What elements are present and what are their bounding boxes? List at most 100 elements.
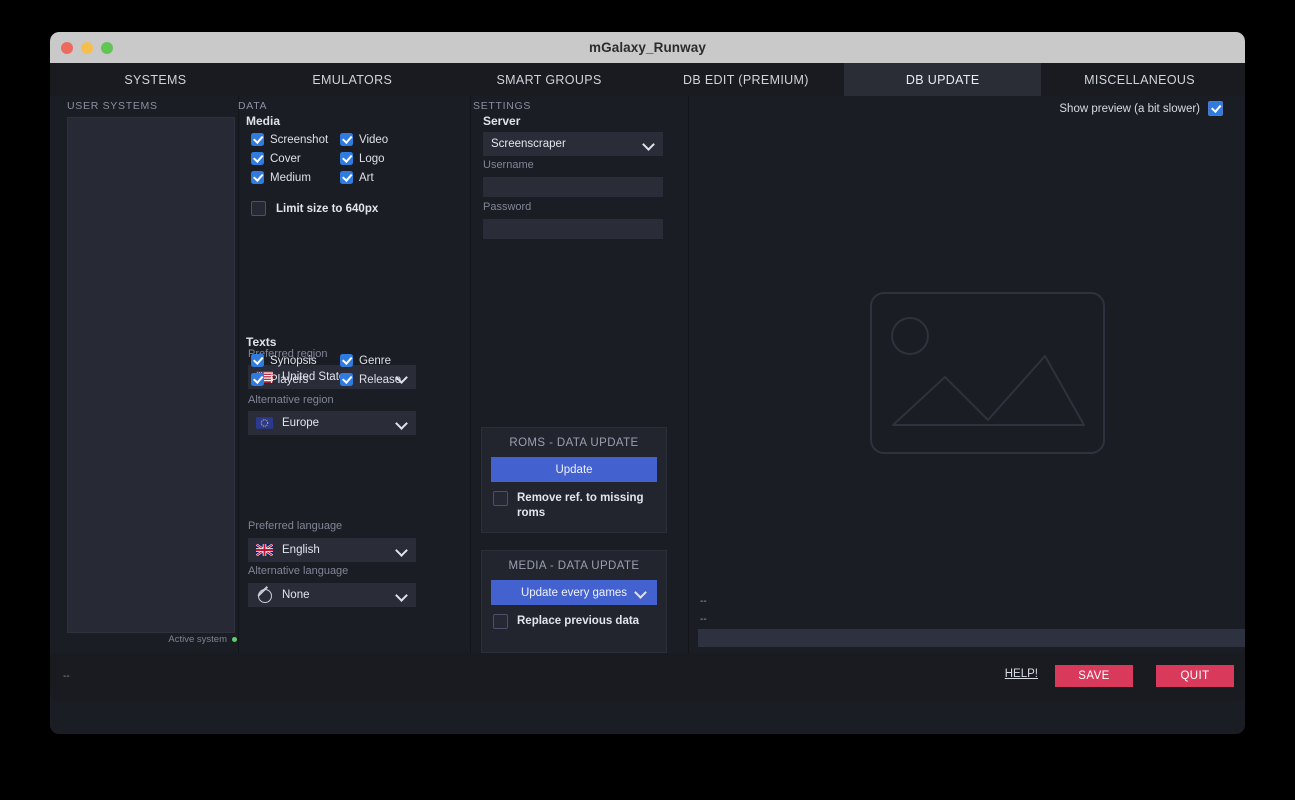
tab-db-update[interactable]: DB UPDATE: [844, 63, 1042, 96]
checkbox-genre[interactable]: Genre: [340, 354, 429, 367]
tab-emulators[interactable]: EMULATORS: [254, 63, 451, 96]
uk-flag-icon: [256, 544, 273, 556]
checkbox-video-box[interactable]: [340, 133, 353, 146]
media-data-update-group: MEDIA - DATA UPDATE Update every games R…: [481, 550, 667, 653]
checkbox-players-box[interactable]: [251, 373, 264, 386]
media-update-scope-select[interactable]: Update every games: [491, 580, 657, 605]
checkbox-screenshot-label: Screenshot: [270, 133, 329, 146]
server-section-heading: Server: [483, 114, 521, 128]
settings-panel: SETTINGS Server Screenscraper Username P…: [438, 96, 688, 653]
chevron-down-icon: [397, 590, 408, 601]
tab-systems[interactable]: SYSTEMS: [57, 63, 254, 96]
chevron-down-icon: [397, 418, 408, 429]
image-placeholder-icon: [870, 292, 1105, 454]
preview-status-line-2: --: [700, 614, 707, 625]
traffic-lights: [61, 32, 113, 63]
checkbox-screenshot[interactable]: Screenshot: [251, 133, 340, 146]
alternative-language-value: None: [282, 589, 310, 601]
chevron-down-icon: [644, 139, 655, 150]
preview-panel: Show preview (a bit slower) -- --: [689, 96, 1245, 653]
checkbox-cover-label: Cover: [270, 152, 301, 165]
texts-checkbox-grid: Synopsis Genre Players Release: [251, 354, 429, 386]
preferred-language-select[interactable]: English: [248, 538, 416, 562]
checkbox-synopsis[interactable]: Synopsis: [251, 354, 340, 367]
checkbox-synopsis-label: Synopsis: [270, 354, 317, 367]
checkbox-logo-box[interactable]: [340, 152, 353, 165]
window-title: mGalaxy_Runway: [589, 40, 706, 55]
checkbox-medium[interactable]: Medium: [251, 171, 340, 184]
application-window: mGalaxy_Runway SYSTEMS EMULATORS SMART G…: [50, 32, 1245, 734]
checkbox-logo[interactable]: Logo: [340, 152, 429, 165]
checkbox-players[interactable]: Players: [251, 373, 340, 386]
tab-bar: SYSTEMS EMULATORS SMART GROUPS DB EDIT (…: [50, 63, 1245, 96]
show-preview-toggle[interactable]: Show preview (a bit slower): [1059, 101, 1223, 116]
tab-db-edit-premium[interactable]: DB EDIT (PREMIUM): [647, 63, 844, 96]
main-content: USER SYSTEMS Active system DATA Media Sc…: [50, 96, 1245, 653]
show-preview-checkbox-box[interactable]: [1208, 101, 1223, 116]
checkbox-limit-size-box[interactable]: [251, 201, 266, 216]
minimize-window-button[interactable]: [81, 41, 93, 54]
roms-group-title: ROMS - DATA UPDATE: [509, 437, 639, 449]
checkbox-remove-missing-roms[interactable]: Remove ref. to missing roms: [493, 491, 657, 521]
tab-smart-groups[interactable]: SMART GROUPS: [451, 63, 648, 96]
checkbox-art-label: Art: [359, 171, 374, 184]
username-input[interactable]: [483, 177, 663, 197]
checkbox-medium-box[interactable]: [251, 171, 264, 184]
tab-miscellaneous[interactable]: MISCELLANEOUS: [1041, 63, 1238, 96]
checkbox-remove-missing-roms-box[interactable]: [493, 491, 508, 506]
chevron-down-icon: [397, 545, 408, 556]
checkbox-cover-box[interactable]: [251, 152, 264, 165]
checkbox-limit-size-label: Limit size to 640px: [276, 202, 379, 215]
maximize-window-button[interactable]: [101, 41, 113, 54]
save-button[interactable]: SAVE: [1055, 665, 1133, 687]
checkbox-logo-label: Logo: [359, 152, 385, 165]
checkbox-players-label: Players: [270, 373, 309, 386]
checkbox-replace-previous-data[interactable]: Replace previous data: [493, 614, 657, 629]
checkbox-art[interactable]: Art: [340, 171, 429, 184]
media-checkbox-grid: Screenshot Video Cover Logo Medium Art: [251, 133, 429, 184]
checkbox-art-box[interactable]: [340, 171, 353, 184]
alternative-region-select[interactable]: Europe: [248, 411, 416, 435]
help-link[interactable]: HELP!: [1005, 668, 1038, 680]
checkbox-screenshot-box[interactable]: [251, 133, 264, 146]
checkbox-release-box[interactable]: [340, 373, 353, 386]
preferred-language-label: Preferred language: [248, 520, 343, 532]
username-label: Username: [483, 159, 534, 171]
user-systems-list[interactable]: [67, 117, 235, 633]
server-select-value: Screenscraper: [491, 138, 566, 150]
checkbox-limit-size[interactable]: Limit size to 640px: [251, 201, 378, 216]
checkbox-release-label: Release: [359, 373, 402, 386]
roms-update-button[interactable]: Update: [491, 457, 657, 482]
eu-flag-icon: [256, 417, 273, 429]
close-window-button[interactable]: [61, 41, 73, 54]
user-systems-heading: USER SYSTEMS: [67, 100, 158, 112]
active-system-dot-icon: [232, 637, 237, 642]
checkbox-replace-previous-data-label: Replace previous data: [517, 615, 640, 627]
checkbox-genre-box[interactable]: [340, 354, 353, 367]
alternative-language-select[interactable]: None: [248, 583, 416, 607]
checkbox-release[interactable]: Release: [340, 373, 429, 386]
quit-button[interactable]: QUIT: [1156, 665, 1234, 687]
checkbox-video-label: Video: [359, 133, 389, 146]
none-prohibited-icon: [256, 588, 273, 603]
checkbox-medium-label: Medium: [270, 171, 311, 184]
data-panel-heading: DATA: [238, 100, 268, 112]
settings-panel-heading: SETTINGS: [473, 100, 532, 112]
chevron-down-icon: [636, 587, 647, 598]
active-system-label: Active system: [168, 634, 227, 645]
media-group-title: MEDIA - DATA UPDATE: [508, 560, 640, 572]
update-progress-bar: [698, 629, 1245, 647]
data-panel: DATA Media Screenshot Video Cover Logo M…: [238, 96, 438, 653]
preferred-language-value: English: [282, 544, 320, 556]
user-systems-panel: USER SYSTEMS Active system: [67, 96, 239, 653]
checkbox-replace-previous-data-box[interactable]: [493, 614, 508, 629]
title-bar: mGalaxy_Runway: [50, 32, 1245, 63]
active-system-legend: Active system: [168, 634, 237, 645]
checkbox-video[interactable]: Video: [340, 133, 429, 146]
checkbox-genre-label: Genre: [359, 354, 391, 367]
checkbox-synopsis-box[interactable]: [251, 354, 264, 367]
checkbox-cover[interactable]: Cover: [251, 152, 340, 165]
password-label: Password: [483, 201, 532, 213]
password-input[interactable]: [483, 219, 663, 239]
server-select[interactable]: Screenscraper: [483, 132, 663, 156]
